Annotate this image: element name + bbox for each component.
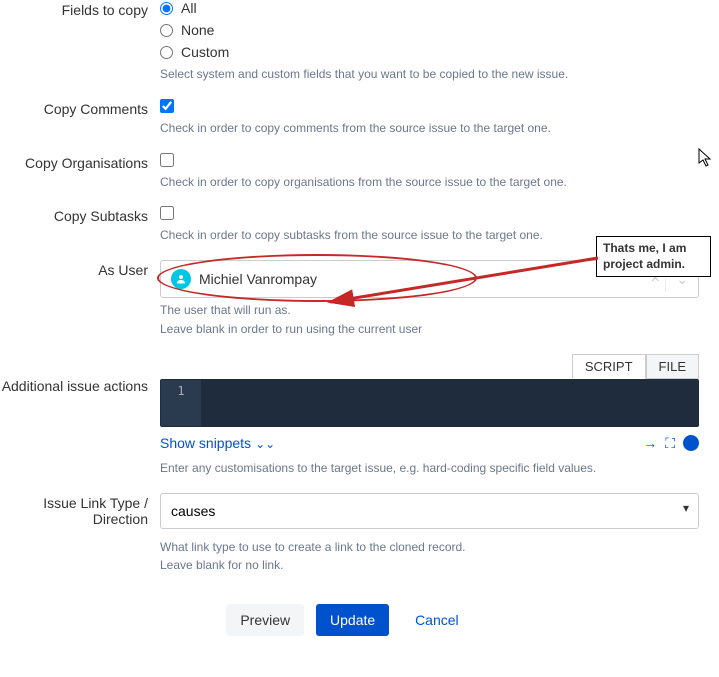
fields-to-copy-all-label: All	[181, 0, 197, 16]
cursor-icon	[698, 148, 714, 168]
as-user-help2: Leave blank in order to run using the cu…	[160, 321, 699, 338]
fields-to-copy-custom-radio[interactable]	[160, 46, 173, 59]
tab-file[interactable]: FILE	[646, 354, 699, 379]
help-icon[interactable]: ?	[683, 435, 699, 451]
additional-actions-help: Enter any customisations to the target i…	[160, 460, 699, 477]
copy-organisations-checkbox[interactable]	[160, 153, 174, 167]
copy-subtasks-label: Copy Subtasks	[0, 206, 160, 244]
additional-actions-label: Additional issue actions	[0, 354, 160, 477]
as-user-label: As User	[0, 260, 160, 338]
code-gutter: 1	[161, 380, 201, 426]
cancel-button[interactable]: Cancel	[401, 604, 473, 636]
arrow-right-icon[interactable]: →	[643, 435, 657, 451]
update-button[interactable]: Update	[316, 604, 389, 636]
expand-icon[interactable]: ⛶	[665, 435, 675, 452]
fields-to-copy-help: Select system and custom fields that you…	[160, 66, 699, 83]
copy-comments-help: Check in order to copy comments from the…	[160, 120, 699, 137]
issue-link-type-help1: What link type to use to create a link t…	[160, 539, 699, 556]
fields-to-copy-none-radio[interactable]	[160, 24, 173, 37]
fields-to-copy-label: Fields to copy	[0, 0, 160, 83]
as-user-value: Michiel Vanrompay	[199, 271, 317, 287]
as-user-help1: The user that will run as.	[160, 302, 699, 319]
copy-subtasks-checkbox[interactable]	[160, 206, 174, 220]
tab-script[interactable]: SCRIPT	[572, 354, 646, 379]
copy-comments-checkbox[interactable]	[160, 99, 174, 113]
annotation-callout: Thats me, I am project admin.	[596, 236, 711, 277]
copy-organisations-label: Copy Organisations	[0, 153, 160, 191]
show-snippets-link[interactable]: Show snippets⌄⌄	[160, 435, 275, 451]
issue-link-type-select[interactable]: causes	[160, 493, 699, 529]
user-avatar-icon	[171, 269, 191, 289]
issue-link-type-help2: Leave blank for no link.	[160, 557, 699, 574]
copy-comments-label: Copy Comments	[0, 99, 160, 137]
fields-to-copy-all-radio[interactable]	[160, 2, 173, 15]
preview-button[interactable]: Preview	[226, 604, 304, 636]
chevron-down-icon: ⌄⌄	[255, 437, 275, 451]
fields-to-copy-custom-label: Custom	[181, 44, 229, 60]
code-editor[interactable]: 1	[160, 379, 699, 427]
issue-link-type-label: Issue Link Type / Direction	[0, 493, 160, 575]
copy-organisations-help: Check in order to copy organisations fro…	[160, 174, 699, 191]
fields-to-copy-none-label: None	[181, 22, 214, 38]
